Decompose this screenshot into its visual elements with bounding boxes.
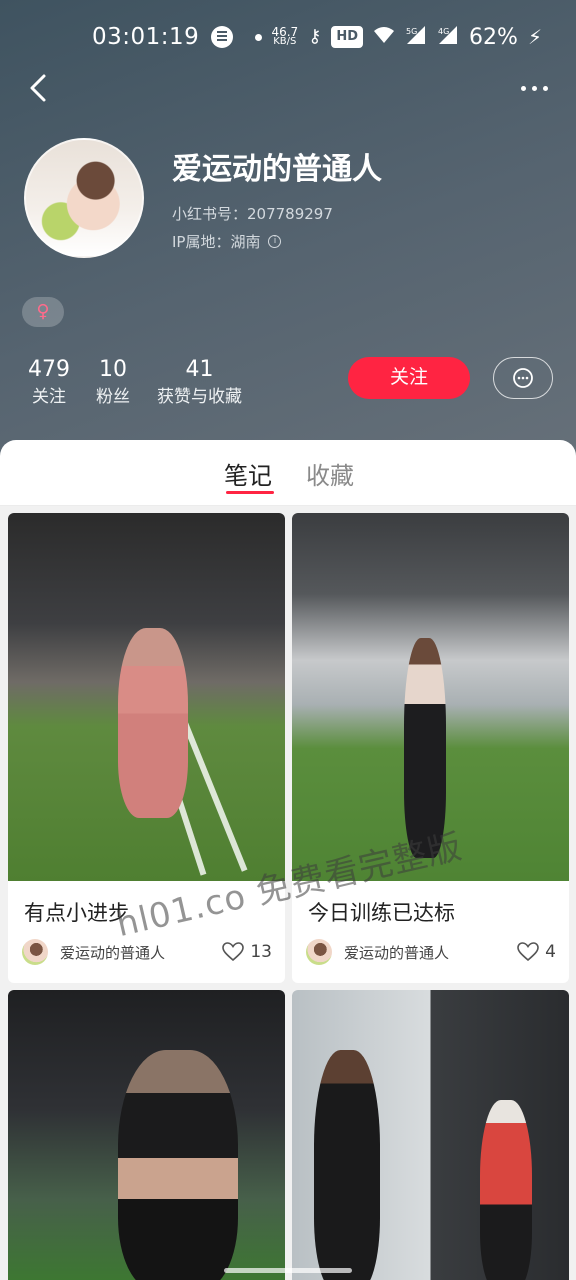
author-name[interactable]: 爱运动的普通人 (344, 942, 449, 963)
note-card[interactable]: 今日训练已达标 爱运动的普通人 4 (292, 513, 569, 983)
tab-collections[interactable]: 收藏 (306, 456, 354, 491)
gesture-bar[interactable] (224, 1268, 352, 1273)
notification-chat-icon (211, 26, 234, 48)
tab-notes[interactable]: 笔记 (224, 456, 272, 491)
message-button[interactable] (493, 357, 553, 399)
note-card[interactable] (292, 990, 569, 1280)
stat-fans[interactable]: 10 粉丝 (96, 356, 130, 410)
back-button[interactable] (22, 70, 58, 106)
like-count: 4 (545, 942, 556, 962)
gender-female-icon: ♀ (22, 297, 64, 327)
stat-likes[interactable]: 41 获赞与收藏 (157, 356, 242, 410)
network-speed: 46.7 KB/S (271, 26, 298, 47)
key-icon: ⚷ (308, 26, 322, 47)
battery-level: 62% (469, 24, 518, 50)
stat-likes-label: 获赞与收藏 (157, 387, 242, 407)
stat-fans-count: 10 (99, 357, 127, 382)
ip-location: IP属地：湖南 i (172, 231, 282, 252)
svg-text:4G: 4G (438, 27, 449, 36)
note-author-row: 爱运动的普通人 4 (306, 939, 556, 965)
hd-badge: HD (331, 26, 364, 48)
heart-icon (222, 942, 245, 962)
author-avatar[interactable] (306, 939, 332, 965)
info-icon[interactable]: i (268, 235, 282, 248)
chevron-left-icon (30, 74, 46, 102)
more-dot-icon (531, 85, 537, 91)
profile-id: 小红书号：207789297 (172, 205, 333, 223)
more-dot-icon (520, 85, 526, 91)
like-button[interactable]: 4 (517, 942, 556, 962)
active-tab-indicator (226, 491, 274, 494)
like-button[interactable]: 13 (222, 942, 272, 962)
note-author-row: 爱运动的普通人 13 (22, 939, 272, 965)
note-cover-image (292, 990, 569, 1280)
follow-button[interactable]: 关注 (348, 357, 470, 399)
chat-bubble-icon (513, 368, 533, 388)
stat-fans-label: 粉丝 (96, 387, 130, 407)
status-time: 03:01:19 (92, 24, 200, 50)
more-dot-icon (542, 85, 548, 91)
svg-text:5G: 5G (406, 27, 417, 36)
stat-following-count: 479 (28, 357, 70, 382)
stat-following-label: 关注 (32, 387, 66, 407)
signal-5g-icon: 5G (405, 25, 427, 50)
stat-likes-count: 41 (185, 357, 214, 382)
charging-icon: ⚡ (527, 25, 542, 49)
ip-location-text: IP属地：湖南 (172, 233, 261, 251)
network-speed-unit: KB/S (273, 36, 297, 47)
notification-dot-icon (255, 33, 263, 41)
note-cover-image (8, 990, 285, 1280)
note-title: 今日训练已达标 (308, 901, 455, 925)
profile-name: 爱运动的普通人 (172, 152, 382, 187)
status-bar: 03:01:19 46.7 KB/S ⚷ HD 5G 4G 62% ⚡ (0, 18, 576, 56)
like-count: 13 (250, 942, 272, 962)
heart-icon (517, 942, 539, 962)
signal-4g-icon: 4G (437, 25, 459, 50)
profile-avatar[interactable] (24, 138, 144, 258)
status-indicators: 46.7 KB/S ⚷ HD 5G 4G 62% ⚡ (271, 25, 542, 50)
note-card[interactable] (8, 990, 285, 1280)
content-tabs: 笔记 收藏 (0, 440, 576, 506)
wifi-icon (373, 26, 395, 49)
note-cover-image (8, 513, 285, 881)
more-options-button[interactable] (516, 78, 552, 98)
author-name[interactable]: 爱运动的普通人 (60, 942, 165, 963)
author-avatar[interactable] (22, 939, 48, 965)
stat-following[interactable]: 479 关注 (28, 356, 70, 410)
profile-header: 03:01:19 46.7 KB/S ⚷ HD 5G 4G 62% ⚡ 爱运动的… (0, 0, 576, 460)
